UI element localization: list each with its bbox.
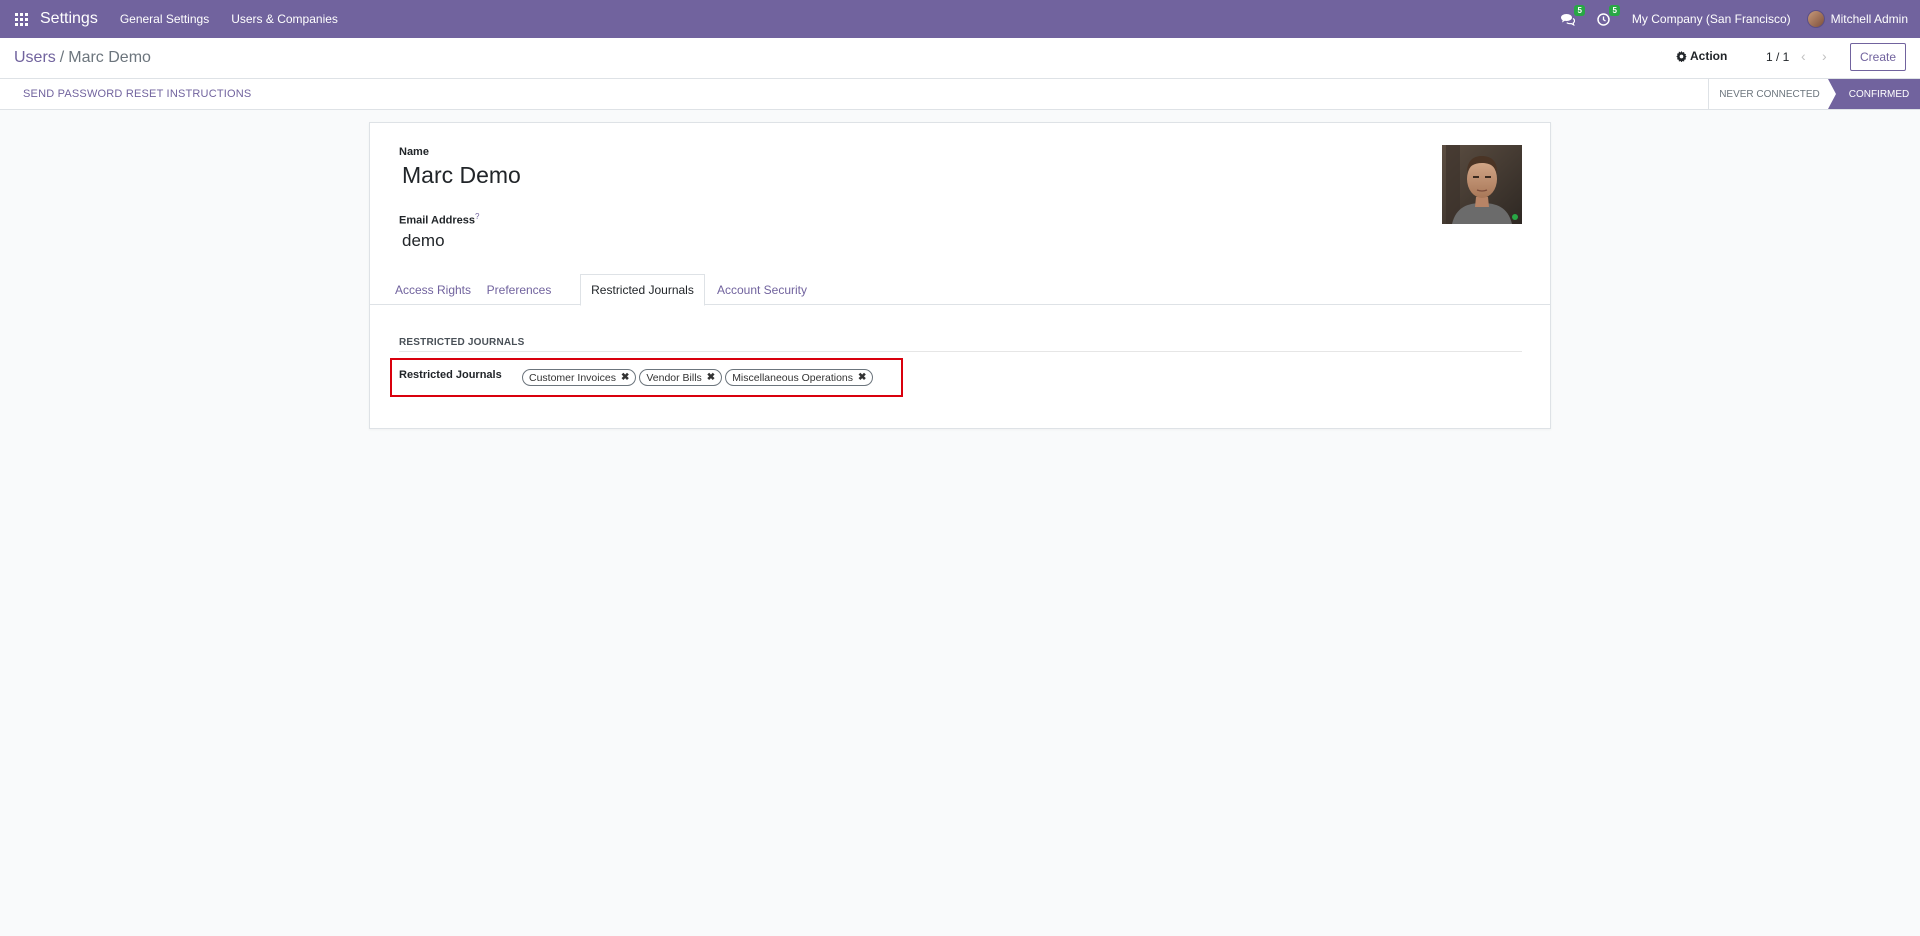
name-field[interactable]: Marc Demo xyxy=(402,162,521,189)
user-menu[interactable]: Mitchell Admin xyxy=(1806,10,1908,28)
status-confirmed[interactable]: CONFIRMED xyxy=(1828,79,1920,109)
company-switcher[interactable]: My Company (San Francisco) xyxy=(1632,12,1791,26)
status-never-connected[interactable]: NEVER CONNECTED xyxy=(1708,79,1830,109)
tab-access-rights[interactable]: Access Rights xyxy=(394,274,472,305)
user-photo[interactable] xyxy=(1442,145,1522,224)
user-name: Mitchell Admin xyxy=(1830,12,1908,26)
app-title[interactable]: Settings xyxy=(40,10,98,28)
section-title: RESTRICTED JOURNALS xyxy=(399,337,525,348)
chat-icon xyxy=(1560,13,1575,26)
restricted-journals-label: Restricted Journals xyxy=(399,369,502,381)
email-field[interactable]: demo xyxy=(402,231,445,251)
remove-tag-icon[interactable]: ✖ xyxy=(621,372,629,383)
top-navbar: Settings General Settings Users & Compan… xyxy=(0,0,1920,38)
tag-label: Customer Invoices xyxy=(529,371,616,384)
activities-badge: 5 xyxy=(1609,4,1620,16)
email-label: Email Address? xyxy=(399,212,480,227)
messages-badge: 5 xyxy=(1574,4,1585,16)
remove-tag-icon[interactable]: ✖ xyxy=(707,372,715,383)
action-button[interactable]: Action xyxy=(1676,49,1727,63)
tab-restricted-journals[interactable]: Restricted Journals xyxy=(580,274,705,306)
section-divider xyxy=(399,351,1522,352)
pager-next-icon[interactable]: › xyxy=(1822,48,1827,64)
tag-label: Vendor Bills xyxy=(646,371,702,384)
remove-tag-icon[interactable]: ✖ xyxy=(858,372,866,383)
create-button[interactable]: Create xyxy=(1850,43,1906,71)
clock-icon xyxy=(1597,12,1610,26)
menu-general-settings[interactable]: General Settings xyxy=(120,12,209,26)
tag-customer-invoices: Customer Invoices ✖ xyxy=(522,369,637,386)
restricted-journals-field[interactable]: Customer Invoices ✖ Vendor Bills ✖ Misce… xyxy=(522,369,874,386)
breadcrumb: Users / Marc Demo xyxy=(14,49,151,67)
tab-preferences[interactable]: Preferences xyxy=(482,274,556,305)
user-photo-image xyxy=(1442,145,1522,224)
tag-vendor-bills: Vendor Bills ✖ xyxy=(639,369,723,386)
control-panel: Users / Marc Demo Action 1 / 1 ‹ › Create xyxy=(0,38,1920,79)
user-avatar xyxy=(1806,10,1825,28)
activities-button[interactable]: 5 xyxy=(1597,4,1620,26)
pager-value[interactable]: 1 / 1 xyxy=(1766,50,1789,64)
menu-users-companies[interactable]: Users & Companies xyxy=(231,12,338,26)
form-sheet: Name Marc Demo Email Address? demo Acces… xyxy=(369,122,1551,429)
messages-button[interactable]: 5 xyxy=(1560,4,1585,26)
pager-previous-icon[interactable]: ‹ xyxy=(1801,48,1806,64)
tag-label: Miscellaneous Operations xyxy=(732,371,853,384)
name-label: Name xyxy=(399,146,429,158)
breadcrumb-separator: / xyxy=(59,49,65,66)
breadcrumb-users-link[interactable]: Users xyxy=(14,49,56,66)
action-label: Action xyxy=(1690,49,1728,63)
notebook-tabs: Access Rights Preferences Restricted Jou… xyxy=(370,274,1550,306)
gear-icon xyxy=(1676,50,1687,62)
tab-account-security[interactable]: Account Security xyxy=(714,274,810,305)
breadcrumb-current: Marc Demo xyxy=(68,49,151,66)
tag-miscellaneous-operations: Miscellaneous Operations ✖ xyxy=(725,369,874,386)
email-help-icon[interactable]: ? xyxy=(475,212,479,221)
status-bar: SEND PASSWORD RESET INSTRUCTIONS NEVER C… xyxy=(0,79,1920,110)
apps-menu-icon[interactable] xyxy=(0,0,42,38)
send-password-reset-button[interactable]: SEND PASSWORD RESET INSTRUCTIONS xyxy=(23,88,251,100)
